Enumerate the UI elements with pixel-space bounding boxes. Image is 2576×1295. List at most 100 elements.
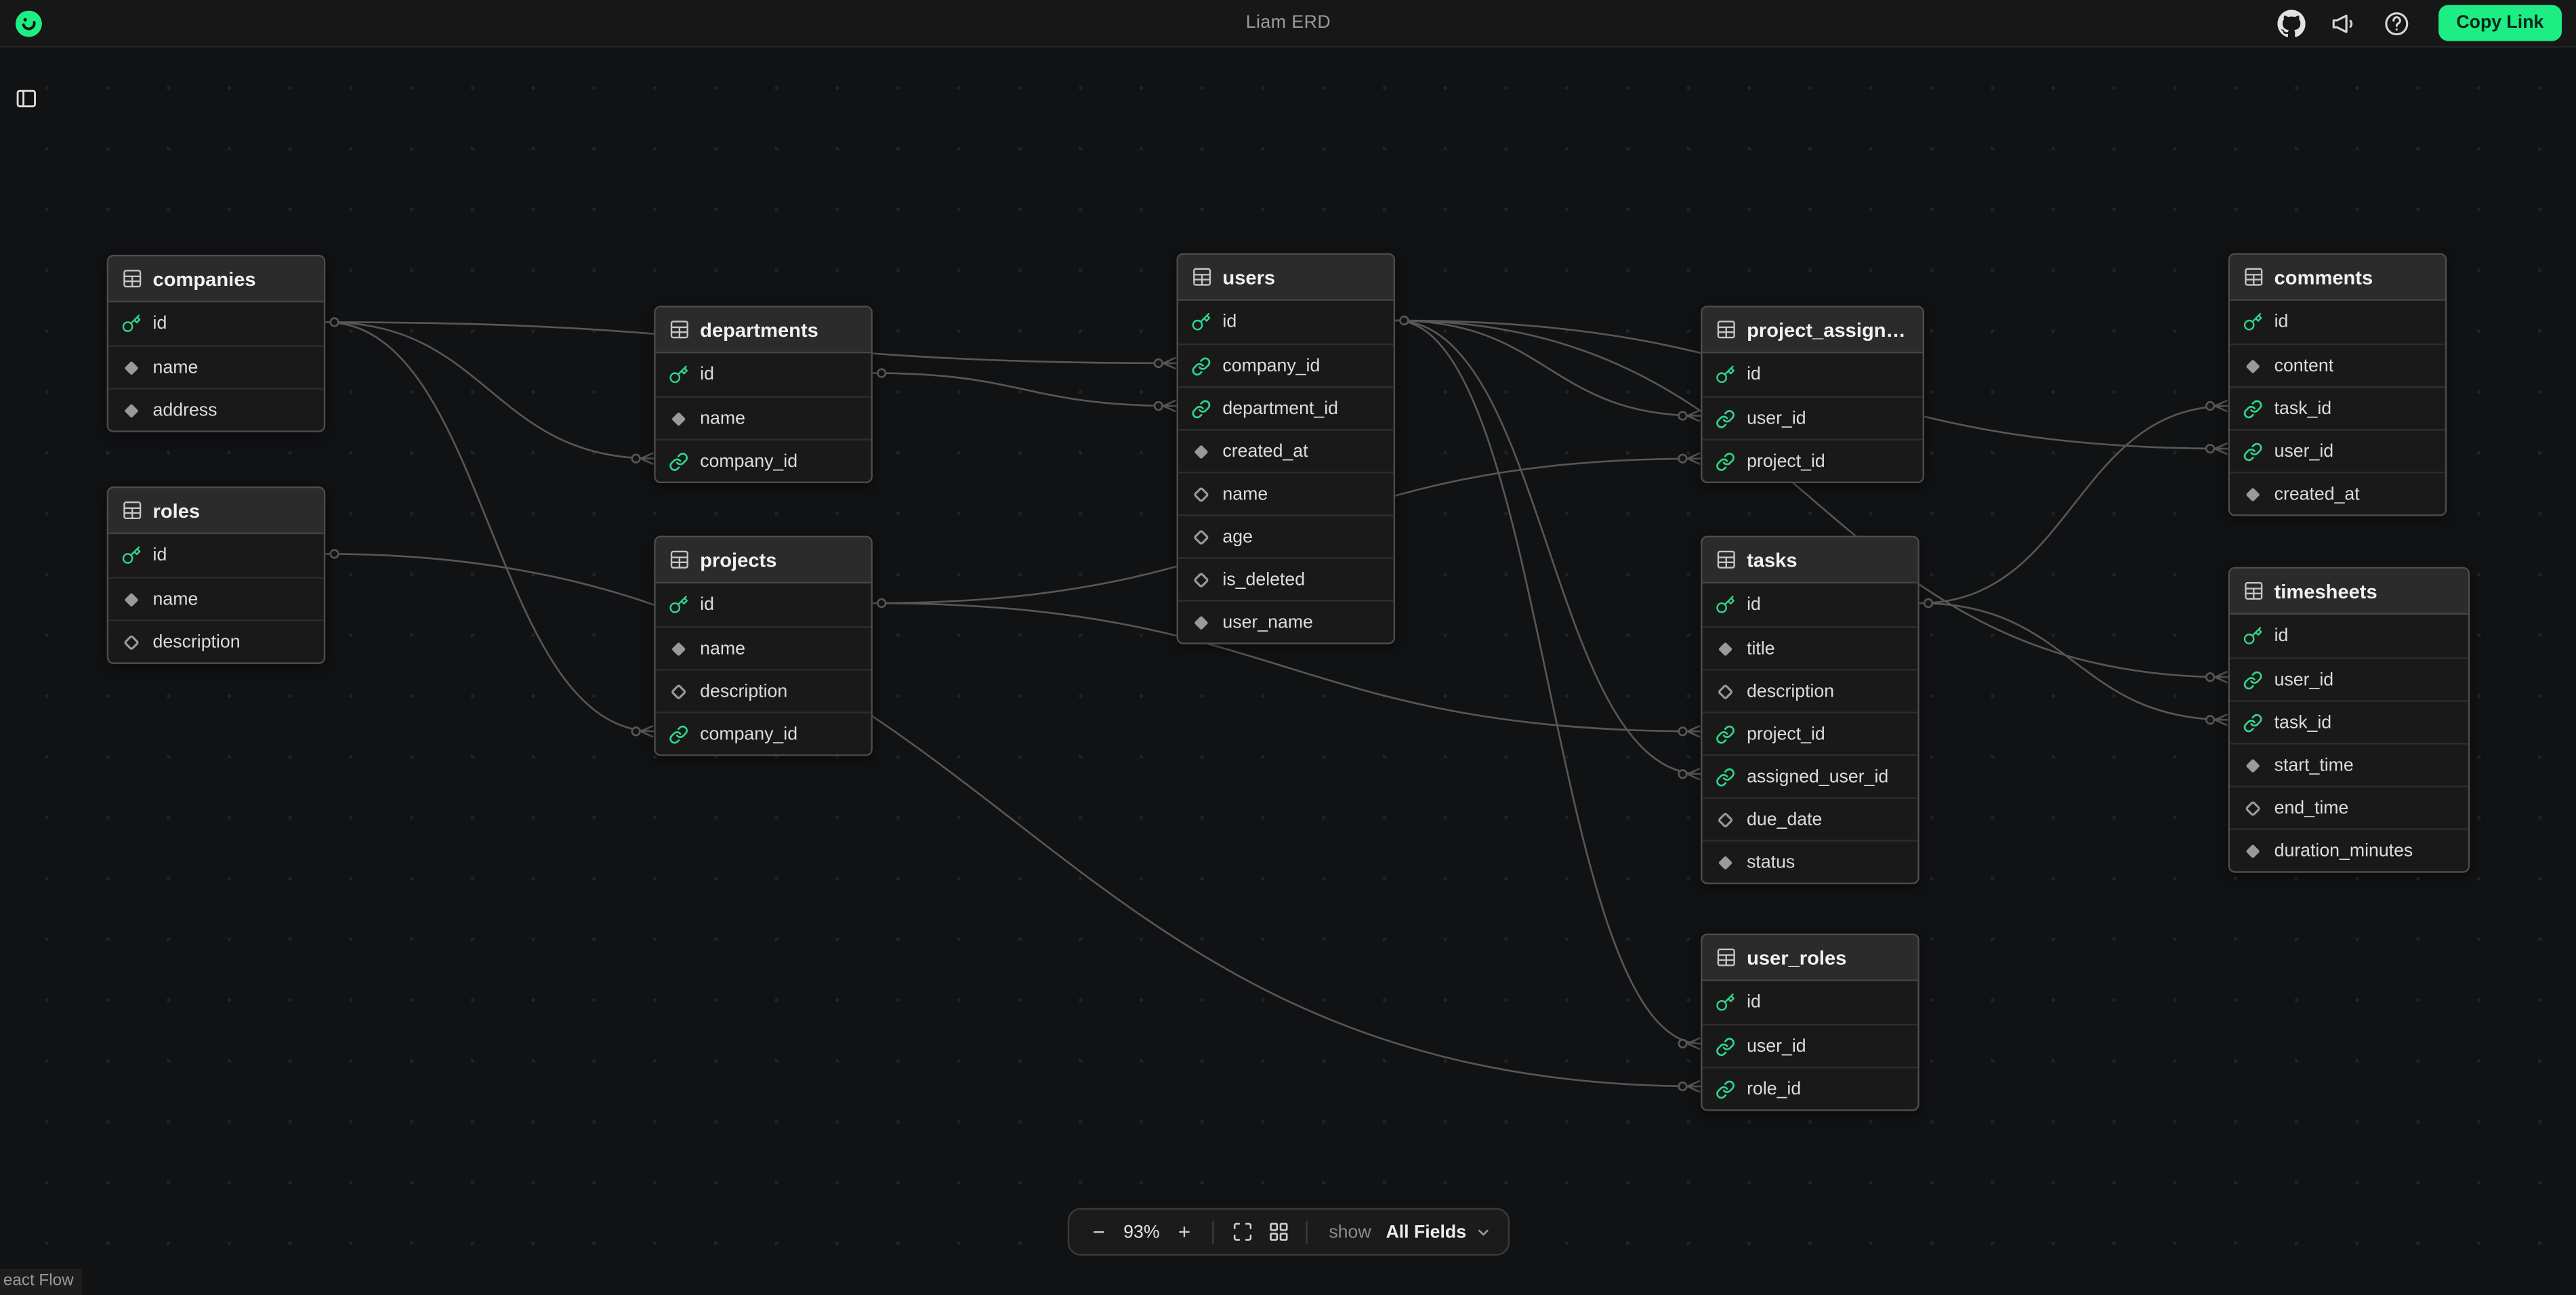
table-column-row[interactable]: company_id: [656, 439, 871, 482]
table-column-row[interactable]: id: [1703, 981, 1918, 1024]
table-column-row[interactable]: description: [656, 669, 871, 712]
diamond-outline-icon: [669, 681, 688, 701]
table-column-row[interactable]: is_deleted: [1178, 557, 1394, 600]
table-card-departments[interactable]: departments id namecompany_id: [654, 306, 873, 483]
table-column-row[interactable]: id: [656, 583, 871, 626]
toolbar-divider: [1212, 1220, 1213, 1243]
table-column-row[interactable]: name: [656, 626, 871, 669]
copy-link-button[interactable]: Copy Link: [2438, 5, 2562, 41]
table-column-row[interactable]: id: [2230, 301, 2445, 344]
erd-canvas[interactable]: companiesidnameaddressrolesidnamedescrip…: [0, 47, 2576, 1295]
fields-filter-select[interactable]: All Fields: [1383, 1222, 1495, 1241]
table-header[interactable]: comments: [2230, 255, 2445, 301]
column-name: id: [1222, 312, 1237, 332]
table-column-row[interactable]: task_id: [2230, 386, 2445, 429]
table-column-row[interactable]: task_id: [2230, 700, 2468, 743]
table-icon: [2243, 580, 2265, 602]
table-header[interactable]: user_roles: [1703, 935, 1918, 981]
table-column-row[interactable]: created_at: [2230, 472, 2445, 514]
diamond-filled-icon: [669, 638, 688, 658]
table-column-row[interactable]: assigned_user_id: [1703, 754, 1918, 797]
table-column-row[interactable]: user_name: [1178, 600, 1394, 642]
tidy-up-button[interactable]: [1262, 1216, 1295, 1249]
table-column-row[interactable]: user_id: [2230, 429, 2445, 472]
table-column-row[interactable]: name: [656, 396, 871, 438]
table-card-user_roles[interactable]: user_rolesid user_id role_id: [1701, 934, 1919, 1111]
panel-toggle-button[interactable]: [8, 81, 44, 117]
table-header[interactable]: companies: [108, 256, 324, 302]
table-column-row[interactable]: created_at: [1178, 429, 1394, 472]
table-column-row[interactable]: status: [1703, 840, 1918, 882]
column-name: user_id: [1747, 1036, 1806, 1056]
table-column-row[interactable]: title: [1703, 626, 1918, 669]
table-column-row[interactable]: id: [1703, 353, 1923, 396]
zoom-out-button[interactable]: −: [1083, 1216, 1116, 1249]
table-card-projects[interactable]: projects idnamedescriptioncompany_id: [654, 536, 873, 756]
key-icon: [2243, 312, 2263, 332]
link-icon: [1716, 409, 1735, 428]
table-column-row[interactable]: user_id: [2230, 657, 2468, 700]
column-name: id: [700, 365, 714, 384]
table-column-row[interactable]: company_id: [1178, 344, 1394, 386]
table-column-row[interactable]: name: [1178, 472, 1394, 514]
zoom-in-button[interactable]: +: [1168, 1216, 1201, 1249]
table-column-row[interactable]: user_id: [1703, 396, 1923, 438]
table-column-row[interactable]: content: [2230, 344, 2445, 386]
table-column-row[interactable]: address: [108, 388, 324, 430]
table-name: roles: [153, 499, 201, 522]
table-name: project_assignme…: [1747, 318, 1909, 341]
table-column-row[interactable]: id: [1703, 583, 1918, 626]
table-column-row[interactable]: user_id: [1703, 1024, 1918, 1067]
table-column-row[interactable]: description: [108, 619, 324, 662]
table-column-row[interactable]: duration_minutes: [2230, 828, 2468, 871]
diamond-filled-icon: [2243, 356, 2263, 375]
table-column-row[interactable]: description: [1703, 669, 1918, 712]
table-column-row[interactable]: id: [656, 353, 871, 396]
table-card-timesheets[interactable]: timesheetsiduser_id task_id start_timeend_…: [2228, 567, 2470, 873]
table-card-roles[interactable]: roles idnamedescription: [107, 487, 326, 664]
table-header[interactable]: roles: [108, 488, 324, 534]
table-column-row[interactable]: role_id: [1703, 1067, 1918, 1109]
help-icon[interactable]: [2382, 9, 2410, 37]
table-card-companies[interactable]: companiesidnameaddress: [107, 255, 326, 432]
table-header[interactable]: projects: [656, 537, 871, 583]
table-card-project_assignments[interactable]: project_assignme…iduser_idproject_id: [1701, 306, 1924, 483]
diamond-filled-icon: [2243, 484, 2263, 503]
liam-logo[interactable]: [15, 9, 43, 37]
table-column-row[interactable]: due_date: [1703, 797, 1918, 840]
megaphone-icon[interactable]: [2330, 9, 2358, 37]
table-column-row[interactable]: start_time: [2230, 743, 2468, 785]
table-column-row[interactable]: name: [108, 345, 324, 388]
diamond-outline-icon: [1716, 809, 1735, 829]
link-icon: [669, 724, 688, 743]
table-name: projects: [700, 548, 776, 571]
key-icon: [1191, 312, 1211, 332]
table-column-row[interactable]: project_id: [1703, 712, 1918, 754]
table-column-row[interactable]: id: [108, 302, 324, 345]
table-column-row[interactable]: id: [2230, 615, 2468, 657]
table-column-row[interactable]: id: [1178, 301, 1394, 344]
github-icon[interactable]: [2277, 9, 2305, 37]
table-card-tasks[interactable]: tasksidtitledescriptionproject_idassigne…: [1701, 536, 1919, 884]
table-column-row[interactable]: department_id: [1178, 386, 1394, 429]
table-name: users: [1222, 266, 1275, 289]
table-column-row[interactable]: name: [108, 577, 324, 619]
table-column-row[interactable]: end_time: [2230, 785, 2468, 828]
table-column-row[interactable]: project_id: [1703, 439, 1923, 482]
column-name: company_id: [1222, 356, 1320, 375]
table-card-comments[interactable]: commentsidcontenttask_iduser_id created_a…: [2228, 253, 2447, 516]
table-column-row[interactable]: age: [1178, 514, 1394, 557]
reactflow-attribution[interactable]: eact Flow: [0, 1269, 82, 1295]
key-icon: [121, 314, 141, 333]
column-name: task_id: [2274, 712, 2332, 732]
table-column-row[interactable]: company_id: [656, 712, 871, 754]
table-header[interactable]: departments: [656, 308, 871, 354]
table-column-row[interactable]: id: [108, 534, 324, 577]
table-header[interactable]: tasks: [1703, 537, 1918, 583]
column-name: created_at: [2274, 484, 2360, 503]
table-card-users[interactable]: users id company_id department_idcreated_at…: [1177, 253, 1396, 644]
table-header[interactable]: users: [1178, 255, 1394, 301]
fit-view-button[interactable]: [1226, 1216, 1259, 1249]
table-header[interactable]: project_assignme…: [1703, 308, 1923, 354]
table-header[interactable]: timesheets: [2230, 569, 2468, 615]
